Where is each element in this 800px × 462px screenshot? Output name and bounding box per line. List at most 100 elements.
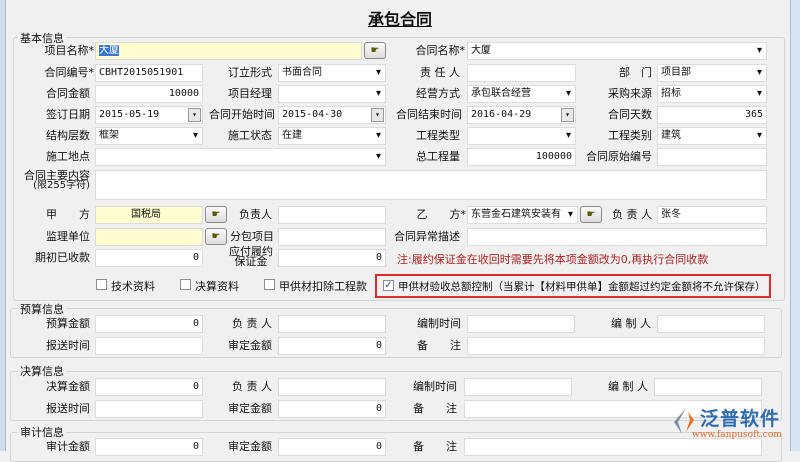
control-checkbox[interactable]: ✓ (383, 280, 394, 291)
label: 经营方式 (416, 87, 460, 100)
label: 报送时间 (46, 402, 90, 415)
label: 项目名称* (44, 44, 95, 57)
content-textarea[interactable] (95, 170, 767, 200)
label: 报送时间 (46, 339, 90, 352)
label: 备 注 (413, 440, 457, 453)
orig-no-input[interactable] (657, 148, 767, 166)
contract-name-select[interactable]: 大厦 (467, 42, 767, 60)
deposit-input[interactable]: 0 (278, 249, 386, 267)
subpkg-input[interactable] (278, 228, 386, 246)
value: 2016-04-29 (471, 109, 532, 120)
budget-send-input[interactable] (95, 337, 203, 355)
pick-hand-icon[interactable]: ☛ (205, 206, 227, 223)
settle-time-input[interactable] (464, 378, 572, 396)
label: 订立形式 (228, 66, 272, 79)
settle-amount-input[interactable]: 0 (95, 378, 203, 396)
window-border-left (0, 0, 6, 451)
label: 合同名称* (415, 44, 466, 57)
audit-approved-input[interactable]: 0 (278, 438, 386, 456)
budget-approved-input[interactable]: 0 (278, 337, 386, 355)
label: 应付履约保证金 (229, 245, 273, 268)
label: 合同天数 (608, 108, 652, 121)
label: 决算金额 (46, 380, 90, 393)
party-b-select[interactable]: 东营金石建筑安装有 (467, 206, 578, 224)
budget-amount-input[interactable]: 0 (95, 315, 203, 333)
label: 签订日期 (46, 108, 90, 121)
page-title: 承包合同 (367, 10, 432, 29)
label: 监理单位 (46, 230, 90, 243)
init-recv-input[interactable]: 0 (95, 249, 203, 267)
end-date-input[interactable]: 2016-04-29 ▾ (467, 106, 576, 124)
budget-remark-input[interactable] (467, 337, 765, 355)
label: 审定金额 (228, 402, 272, 415)
label: 甲 方 (46, 208, 90, 221)
qty-input[interactable]: 100000 (467, 148, 576, 166)
settle-send-input[interactable] (95, 400, 203, 418)
settle-person-input[interactable] (278, 378, 386, 396)
start-date-input[interactable]: 2015-04-30 ▾ (278, 106, 386, 124)
amount-input[interactable]: 10000 (95, 85, 203, 103)
owner-input[interactable] (467, 64, 576, 82)
selected-text: 大厦 (99, 45, 119, 56)
label: 采购来源 (608, 87, 652, 100)
date-dropdown-icon[interactable]: ▾ (188, 108, 201, 122)
label: 项目经理 (228, 87, 272, 100)
pick-hand-icon[interactable]: ☛ (205, 228, 227, 245)
eng-cat-select[interactable]: 建筑 (657, 127, 767, 145)
party-a-input[interactable]: 国税局 (95, 206, 203, 224)
biz-mode-select[interactable]: 承包联合经营 (467, 85, 576, 103)
date-dropdown-icon[interactable]: ▾ (371, 108, 384, 122)
label: 期初已收款 (35, 251, 90, 264)
label: 工程类型 (416, 129, 460, 142)
label: 施工地点 (46, 150, 90, 163)
sign-form-select[interactable]: 书面合同 (278, 64, 386, 82)
b-person-input[interactable]: 张冬 (657, 206, 767, 224)
eng-type-select[interactable] (467, 127, 576, 145)
contract-no-input[interactable]: CBHT2015051901 (95, 64, 203, 82)
checkbox-label: 决算资料 (195, 280, 239, 293)
label: 分包项目 (230, 230, 274, 243)
budget-person-input[interactable] (278, 315, 386, 333)
pm-select[interactable] (278, 85, 386, 103)
abnormal-input[interactable] (467, 228, 767, 246)
deposit-note: 注:履约保证金在收回时需要先将本项金额改为0,再执行合同收款 (397, 253, 709, 266)
pick-hand-icon[interactable]: ☛ (364, 42, 386, 59)
logo-url: www.fanpusoft.com (692, 430, 782, 440)
label: 合同异常描述 (394, 230, 460, 243)
deduct-checkbox[interactable] (264, 279, 275, 290)
budget-maker-input[interactable] (657, 315, 765, 333)
settle-approved-input[interactable]: 0 (278, 400, 386, 418)
structure-select[interactable]: 框架 (95, 127, 203, 145)
sign-date-input[interactable]: 2015-05-19 ▾ (95, 106, 203, 124)
label: 施工状态 (228, 129, 272, 142)
status-select[interactable]: 在建 (278, 127, 386, 145)
label: 合同金额 (46, 87, 90, 100)
date-dropdown-icon[interactable]: ▾ (561, 108, 574, 122)
pick-hand-icon[interactable]: ☛ (580, 206, 602, 223)
audit-amount-input[interactable]: 0 (95, 438, 203, 456)
project-name-input[interactable]: 大厦 (95, 42, 362, 60)
group-label: 决算信息 (18, 363, 66, 379)
label: 责 任 人 (420, 66, 460, 79)
label: 编 制 人 (611, 317, 651, 330)
a-person-input[interactable] (278, 206, 386, 224)
label: 合同开始时间 (209, 108, 275, 121)
settle-docs-checkbox[interactable] (180, 279, 191, 290)
label: 备 注 (417, 339, 461, 352)
fanpu-logo: 泛普软件 www.fanpusoft.com (668, 404, 793, 444)
checkbox-label: 甲供材验收总额控制（当累计【材料甲供单】金额超过约定金额将不允许保存） (398, 281, 766, 293)
budget-time-input[interactable] (467, 315, 575, 333)
supervisor-input[interactable] (95, 228, 203, 246)
purchase-select[interactable]: 招标 (657, 85, 767, 103)
label: 负责人 (239, 208, 272, 221)
window-border-right (790, 0, 800, 451)
label: 审计金额 (46, 440, 90, 453)
label: 审定金额 (228, 440, 272, 453)
dept-select[interactable]: 项目部 (657, 64, 767, 82)
label: 合同结束时间 (396, 108, 462, 121)
site-select[interactable] (95, 148, 386, 166)
settle-maker-input[interactable] (654, 378, 762, 396)
tech-docs-checkbox[interactable] (96, 279, 107, 290)
value: 2015-04-30 (282, 109, 343, 120)
days-input[interactable]: 365 (657, 106, 767, 124)
